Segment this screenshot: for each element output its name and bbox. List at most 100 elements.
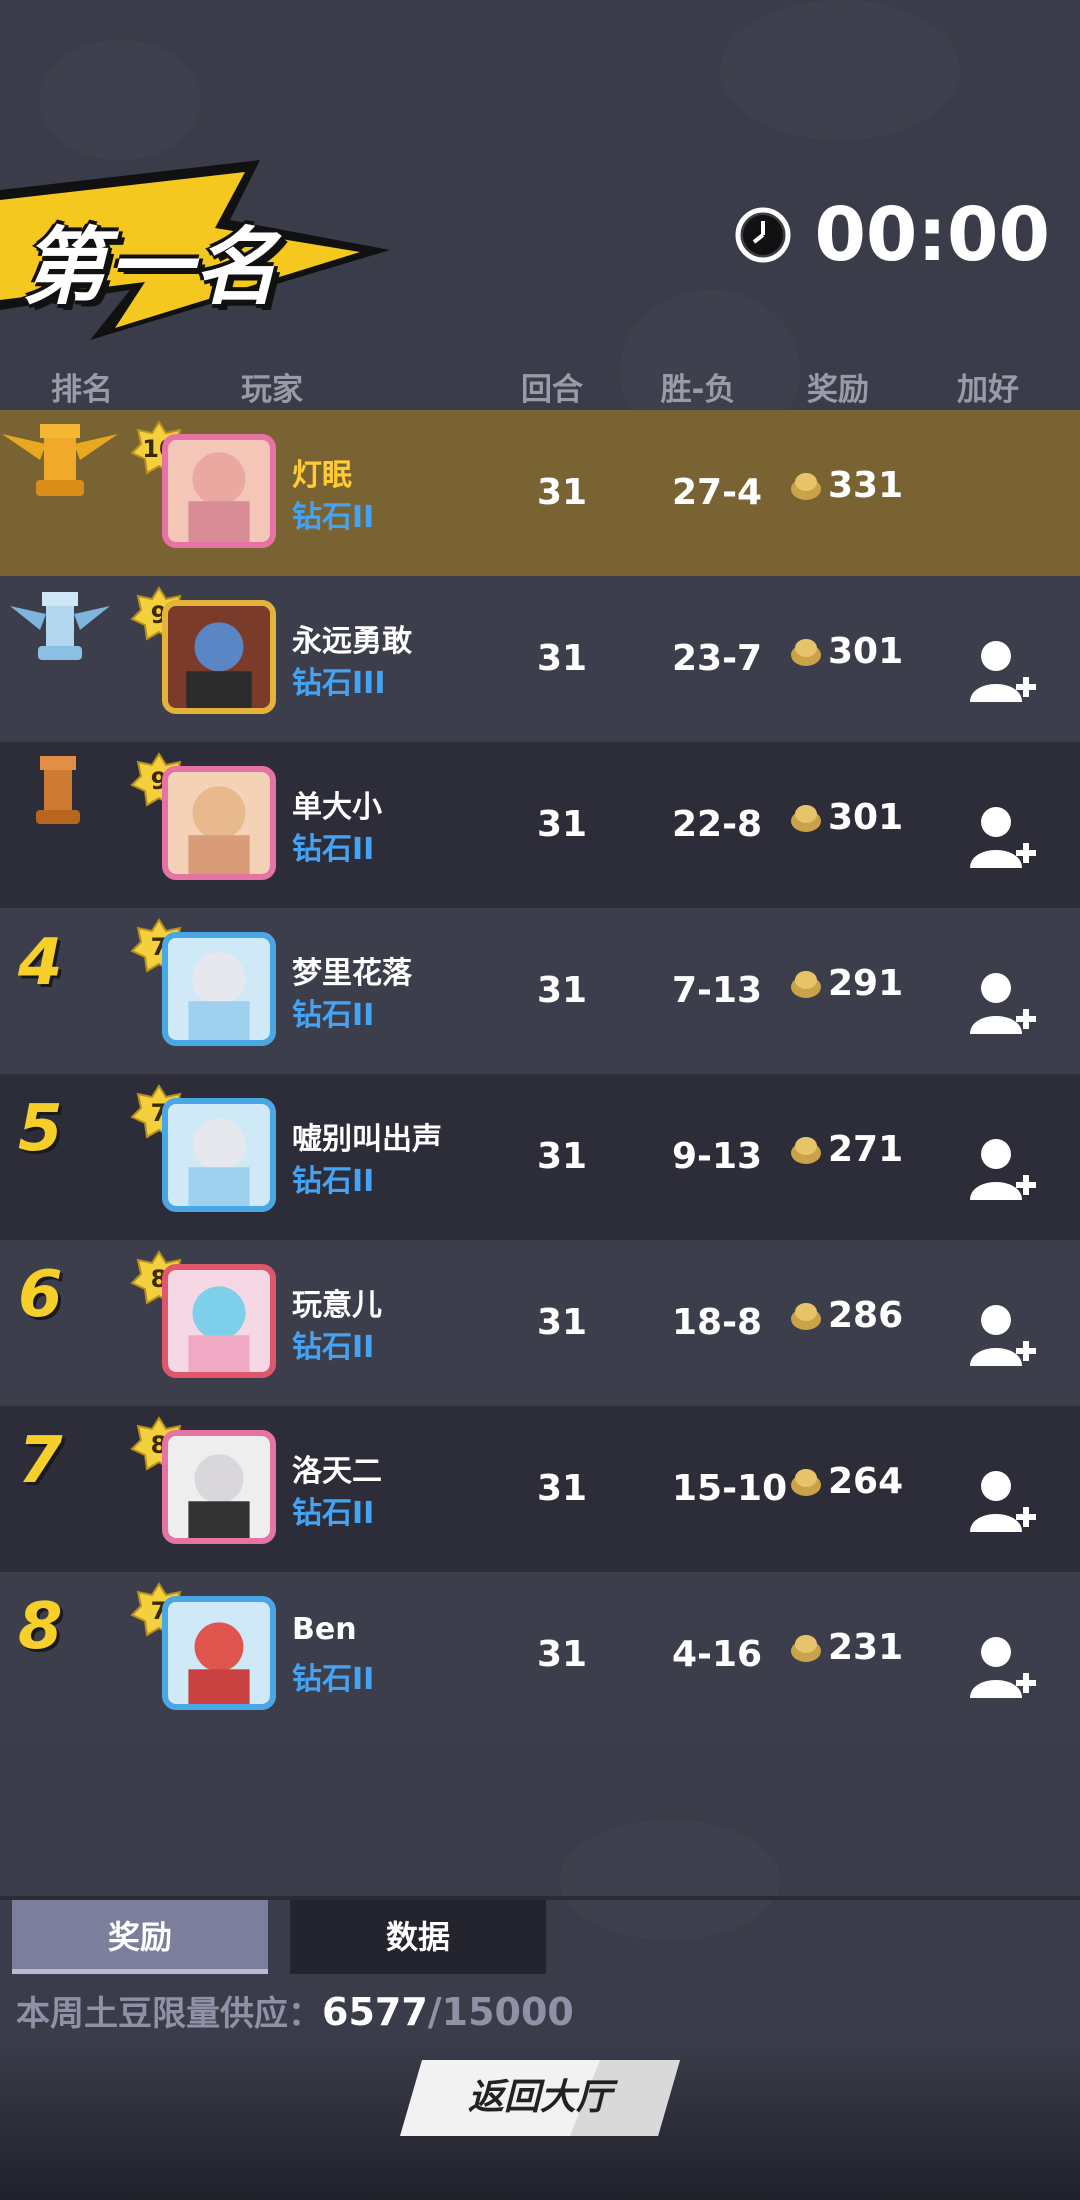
avatar[interactable] [162, 766, 276, 880]
reward-value: 264 [828, 1460, 904, 1502]
reward-value: 231 [828, 1626, 904, 1668]
rank-number: 7 [18, 1424, 63, 1498]
tab-reward[interactable]: 奖励 [12, 1900, 268, 1974]
reward-value: 271 [828, 1128, 904, 1170]
rank-number: 4 [18, 926, 63, 1000]
player-tier: 钻石II [292, 500, 375, 535]
player-tier: 钻石II [292, 998, 375, 1033]
player-name: 永远勇敢 [292, 624, 412, 659]
player-name: 嘘别叫出声 [292, 1122, 442, 1157]
avatar[interactable] [162, 1264, 276, 1378]
avatar[interactable] [162, 600, 276, 714]
record-value: 15-10 [672, 1468, 788, 1509]
rank-number: 6 [18, 1258, 63, 1332]
reward: 301 [788, 576, 903, 726]
column-header-rounds: 回合 [521, 372, 583, 408]
player-name: 梦里花落 [292, 956, 412, 991]
back-to-lobby-label: 返回大厅 [467, 2077, 612, 2118]
potato-coin-icon [791, 1137, 821, 1164]
table-row[interactable]: 5 7 嘘别叫出声 钻石II 31 9-13 271 [0, 1074, 1080, 1240]
background-decoration [720, 0, 960, 140]
gold-rook-winged-icon [2, 424, 118, 496]
potato-coin-icon [791, 1303, 821, 1330]
reward: 331 [788, 410, 903, 560]
column-header-player: 玩家 [241, 372, 303, 408]
reward-value: 301 [828, 796, 904, 838]
table-row[interactable]: 9 单大小 钻石II 31 22-8 301 [0, 742, 1080, 908]
player-name: 洛天二 [292, 1454, 382, 1489]
background-decoration [560, 1820, 780, 1940]
table-row[interactable]: 4 7 梦里花落 钻石II 31 7-13 291 [0, 908, 1080, 1074]
rounds-value: 31 [536, 638, 588, 679]
add-friend-icon[interactable] [966, 636, 1038, 708]
record-value: 27-4 [672, 472, 763, 513]
reward-value: 291 [828, 962, 904, 1004]
player-name: 单大小 [292, 790, 382, 825]
avatar[interactable] [162, 434, 276, 548]
bronze-rook-icon [36, 756, 80, 824]
table-row[interactable]: 6 8 玩意儿 钻石II 31 18-8 286 [0, 1240, 1080, 1406]
add-friend-icon[interactable] [966, 968, 1038, 1040]
potato-coin-icon [791, 639, 821, 666]
table-row[interactable]: 10 灯眠 钻石II 31 27-4 331 [0, 410, 1080, 576]
avatar[interactable] [162, 1098, 276, 1212]
back-to-lobby-button[interactable]: 返回大厅 [400, 2060, 680, 2136]
reward: 231 [788, 1572, 903, 1722]
record-value: 23-7 [672, 638, 763, 679]
reward: 271 [788, 1074, 903, 1224]
player-name: 玩意儿 [292, 1288, 382, 1323]
table-row[interactable]: 9 永远勇敢 钻石III 31 23-7 301 [0, 576, 1080, 742]
player-tier: 钻石II [292, 1330, 375, 1365]
rounds-value: 31 [536, 472, 588, 513]
player-name: 灯眠 [292, 458, 352, 493]
rounds-value: 31 [536, 1634, 588, 1675]
rounds-value: 31 [536, 970, 588, 1011]
record-value: 4-16 [672, 1634, 763, 1675]
add-friend-icon[interactable] [966, 1632, 1038, 1704]
add-friend-icon[interactable] [966, 802, 1038, 874]
timer: 00:00 [734, 192, 1050, 278]
weekly-supply: 本周土豆限量供应：6577/15000 [16, 1986, 574, 2035]
column-header-reward: 奖励 [807, 372, 869, 408]
tab-data[interactable]: 数据 [290, 1900, 546, 1974]
rounds-value: 31 [536, 804, 588, 845]
add-friend-icon[interactable] [966, 1466, 1038, 1538]
add-friend-icon[interactable] [966, 1300, 1038, 1372]
player-tier: 钻石II [292, 832, 375, 867]
reward: 301 [788, 742, 903, 892]
rank-number: 8 [18, 1590, 63, 1664]
rounds-value: 31 [536, 1302, 588, 1343]
player-tier: 钻石III [292, 666, 386, 701]
player-tier: 钻石II [292, 1164, 375, 1199]
reward: 286 [788, 1240, 903, 1390]
reward-value: 331 [828, 464, 904, 506]
avatar[interactable] [162, 1596, 276, 1710]
potato-coin-icon [791, 805, 821, 832]
table-row[interactable]: 8 7 Ben 钻石II 31 4-16 231 [0, 1572, 1080, 1738]
column-header-record: 胜-负 [660, 372, 736, 408]
timer-value: 00:00 [814, 192, 1050, 278]
record-value: 22-8 [672, 804, 763, 845]
weekly-supply-current: 6577 [322, 1990, 428, 2034]
weekly-supply-max: /15000 [427, 1990, 574, 2034]
avatar[interactable] [162, 932, 276, 1046]
silver-rook-winged-icon [10, 592, 110, 660]
reward-value: 301 [828, 630, 904, 672]
player-name: Ben [292, 1612, 357, 1647]
reward-value: 286 [828, 1294, 904, 1336]
rounds-value: 31 [536, 1136, 588, 1177]
weekly-supply-label: 本周土豆限量供应： [16, 1994, 322, 2034]
potato-coin-icon [791, 473, 821, 500]
column-header-rank: 排名 [51, 372, 113, 408]
avatar[interactable] [162, 1430, 276, 1544]
potato-coin-icon [791, 971, 821, 998]
clock-icon [735, 207, 791, 263]
add-friend-icon[interactable] [966, 1134, 1038, 1206]
rank-number: 5 [18, 1092, 63, 1166]
player-tier: 钻石II [292, 1662, 375, 1697]
record-value: 9-13 [672, 1136, 763, 1177]
rounds-value: 31 [536, 1468, 588, 1509]
table-row[interactable]: 7 8 洛天二 钻石II 31 15-10 264 [0, 1406, 1080, 1572]
record-value: 7-13 [672, 970, 763, 1011]
record-value: 18-8 [672, 1302, 763, 1343]
